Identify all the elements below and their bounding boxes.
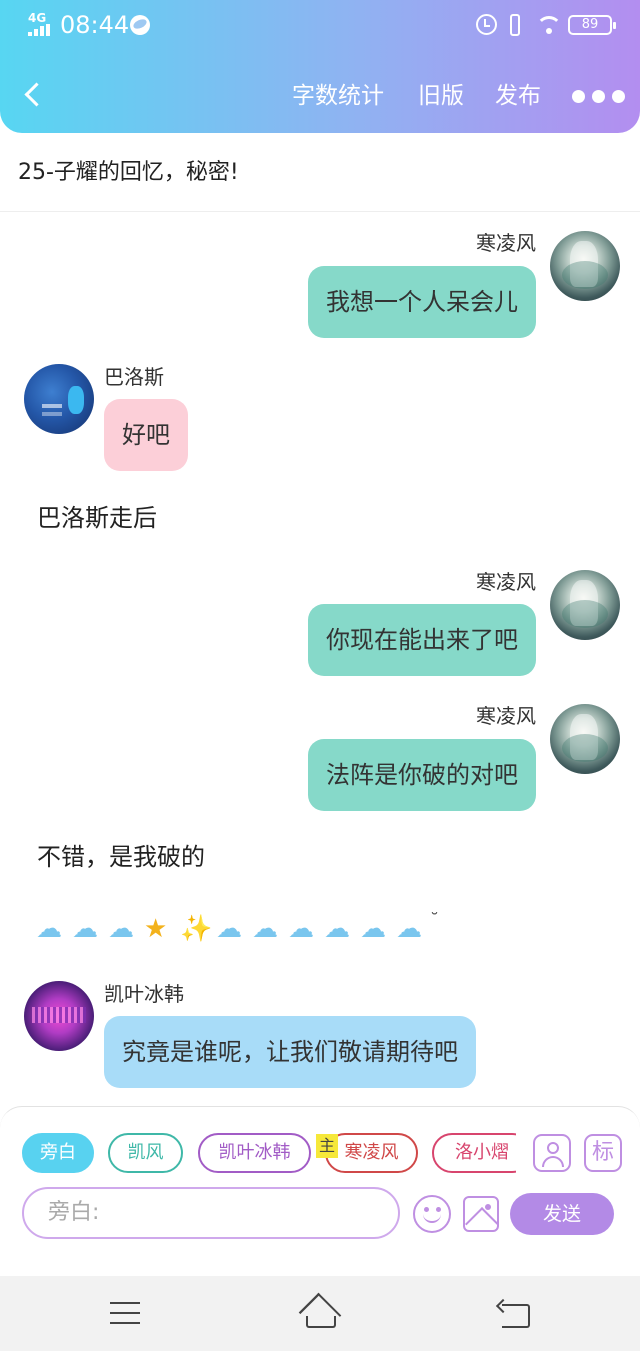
planet-icon	[130, 15, 150, 35]
avatar[interactable]	[550, 570, 620, 640]
role-chip-strip[interactable]: 旁白 凯风 凯叶冰韩 寒凌风 洛小熠	[0, 1128, 516, 1180]
narration-text[interactable]: 巴洛斯走后	[37, 501, 157, 535]
network-type: 4G	[28, 11, 47, 25]
old-version-button[interactable]: 旧版	[418, 80, 464, 112]
role-chip-kaifeng[interactable]: 凯风	[108, 1133, 183, 1173]
image-icon[interactable]	[463, 1196, 499, 1232]
message-bubble[interactable]: 好吧	[104, 399, 188, 471]
cloud-emoji-icon: ☁	[360, 914, 386, 944]
message-bubble[interactable]: 究竟是谁呢，让我们敬请期待吧	[104, 1016, 476, 1088]
tag-button[interactable]: 标	[584, 1134, 622, 1172]
battery-icon: 89	[568, 15, 616, 35]
cloud-emoji-icon: ☁	[396, 914, 422, 944]
host-badge: 主	[316, 1134, 338, 1158]
role-chip-luoxiaoyi[interactable]: 洛小熠	[432, 1133, 516, 1173]
cloud-emoji-icon: ☁	[252, 914, 278, 944]
cloud-emoji-icon: ☁	[72, 914, 98, 944]
sender-name: 寒凌风	[476, 570, 536, 594]
sparkle-emoji-icon: ✨	[180, 914, 213, 944]
more-dots-icon[interactable]	[572, 90, 625, 104]
breve-mark: ˘	[430, 910, 439, 931]
avatar[interactable]	[550, 231, 620, 301]
status-bar: 4G 08:44 89	[0, 0, 640, 50]
message-bubble[interactable]: 你现在能出来了吧	[308, 604, 536, 676]
star-emoji-icon: ★	[144, 914, 168, 944]
vibrate-icon	[506, 14, 524, 36]
publish-button[interactable]: 发布	[495, 80, 541, 112]
role-manage-button[interactable]	[533, 1134, 571, 1172]
sender-name: 凯叶冰韩	[104, 982, 184, 1006]
story-title-bar: 25-子耀的回忆，秘密!	[0, 133, 640, 212]
cloud-emoji-icon: ☁	[216, 914, 242, 944]
cloud-emoji-icon: ☁	[108, 914, 134, 944]
cloud-emoji-icon: ☁	[288, 914, 314, 944]
signal-icon	[28, 24, 54, 36]
sender-name: 寒凌风	[476, 704, 536, 728]
send-button[interactable]: 发送	[510, 1193, 614, 1235]
message-input[interactable]: 旁白:	[22, 1187, 400, 1239]
system-nav-bar	[0, 1276, 640, 1351]
app-header: 4G 08:44 89 字数统计 旧版 发布	[0, 0, 640, 133]
role-chip-hanlingfeng[interactable]: 寒凌风	[325, 1133, 418, 1173]
word-count-button[interactable]: 字数统计	[292, 80, 384, 112]
avatar[interactable]	[550, 704, 620, 774]
back-arrow-icon[interactable]	[498, 1300, 532, 1328]
story-title[interactable]: 25-子耀的回忆，秘密!	[18, 157, 239, 189]
wifi-icon	[536, 16, 562, 36]
sender-name: 寒凌风	[476, 231, 536, 255]
cloud-emoji-icon: ☁	[324, 914, 350, 944]
role-chip-narrator[interactable]: 旁白	[22, 1133, 94, 1173]
avatar[interactable]	[24, 364, 94, 434]
status-time: 08:44	[60, 11, 130, 39]
menu-icon[interactable]	[110, 1302, 140, 1324]
smiley-icon[interactable]	[413, 1195, 451, 1233]
home-icon[interactable]	[298, 1298, 342, 1328]
message-bubble[interactable]: 法阵是你破的对吧	[308, 739, 536, 811]
back-chevron-icon[interactable]	[24, 82, 44, 108]
cloud-emoji-icon: ☁	[36, 914, 62, 944]
role-chip-kaiyebinghan[interactable]: 凯叶冰韩	[198, 1133, 311, 1173]
person-icon	[547, 1142, 559, 1154]
alarm-icon	[476, 14, 497, 35]
sender-name: 巴洛斯	[104, 365, 164, 389]
narration-text[interactable]: 不错，是我破的	[37, 840, 205, 874]
avatar[interactable]	[24, 981, 94, 1051]
message-bubble[interactable]: 我想一个人呆会儿	[308, 266, 536, 338]
